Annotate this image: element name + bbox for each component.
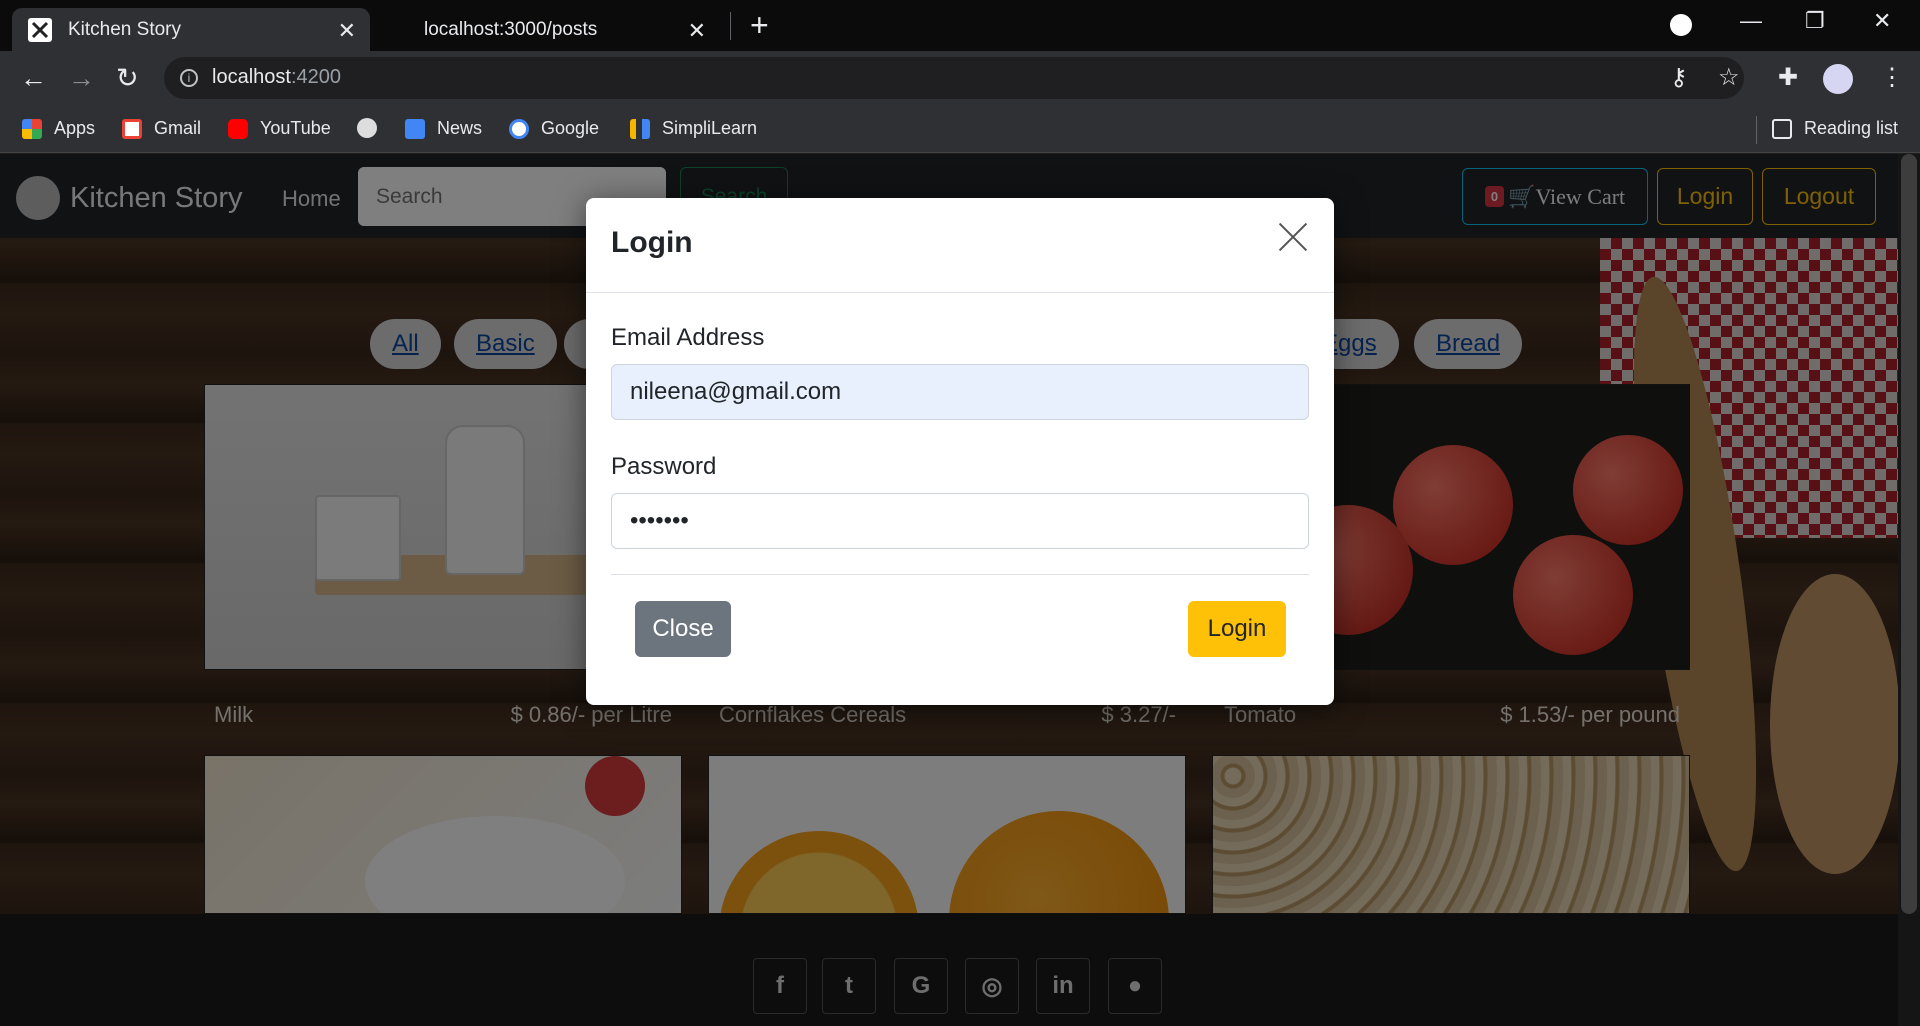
tab-title: localhost:3000/posts [424,18,598,40]
reading-list[interactable]: Reading list [1772,118,1898,139]
tab-separator [730,12,731,40]
bookmark-separator [1756,116,1757,144]
tab-search-icon[interactable] [1670,14,1692,36]
profile-avatar[interactable] [1823,64,1853,94]
login-modal: Login Email Address Password Close Login [586,198,1334,705]
news-icon [405,118,425,139]
kitchen-favicon-icon [28,17,52,42]
url-host: localhost [212,66,291,88]
login-submit-button[interactable]: Login [1188,601,1286,657]
bookmark-label: Gmail [154,118,202,138]
reload-icon[interactable]: ↻ [116,63,139,94]
globe-icon [357,118,377,138]
modal-header-divider [586,292,1334,293]
bookmark-label: Google [541,118,600,138]
bookmark-globe[interactable] [357,118,389,138]
password-field[interactable] [611,493,1309,549]
browser-toolbar: ← → ↻ i localhost:4200 ⚷ ☆ ✚ ⋮ [0,51,1920,106]
simplilearn-icon [630,118,650,139]
tab-title: Kitchen Story [68,18,181,40]
bookmark-label: YouTube [260,118,331,138]
gmail-icon [122,118,142,139]
tab-posts[interactable]: localhost:3000/posts ✕ [380,8,720,51]
extensions-icon[interactable]: ✚ [1778,63,1798,92]
bookmark-label: Apps [54,118,96,138]
apps-grid-icon [22,118,42,139]
star-icon[interactable]: ☆ [1718,63,1740,92]
modal-close-icon[interactable] [1276,220,1310,254]
site-info-icon[interactable]: i [180,69,198,87]
menu-icon[interactable]: ⋮ [1880,63,1904,92]
bookmark-simplilearn[interactable]: SimpliLearn [630,118,757,139]
tab-close-icon[interactable]: ✕ [338,18,356,44]
youtube-icon [228,118,248,139]
forward-icon[interactable]: → [68,63,95,94]
tab-close-icon[interactable]: ✕ [688,18,706,44]
bookmark-apps[interactable]: Apps [22,118,95,139]
new-tab-icon[interactable]: + [750,7,769,44]
email-label: Email Address [611,324,765,351]
window-close-icon[interactable]: ✕ [1873,8,1891,34]
reading-list-icon [1772,118,1792,139]
email-field[interactable] [611,364,1309,420]
minimize-icon[interactable]: — [1740,8,1762,34]
modal-footer-divider [611,574,1309,575]
address-bar[interactable] [164,57,1744,99]
modal-title: Login [611,226,693,259]
reading-list-label: Reading list [1804,118,1899,138]
browser-tab-strip: Kitchen Story ✕ localhost:3000/posts ✕ +… [0,0,1920,51]
close-button[interactable]: Close [635,601,731,657]
restore-icon[interactable]: ❐ [1805,8,1825,34]
password-label: Password [611,453,717,480]
bookmark-label: News [437,118,483,138]
bookmark-news[interactable]: News [405,118,482,139]
google-icon [509,118,529,139]
url-port: :4200 [290,66,341,88]
back-icon[interactable]: ← [20,63,47,94]
bookmarks-bar: Apps Gmail YouTube News Google SimpliLea… [0,106,1920,153]
tab-kitchen-story[interactable]: Kitchen Story ✕ [12,8,370,51]
bookmark-youtube[interactable]: YouTube [228,118,331,139]
bookmark-gmail[interactable]: Gmail [122,118,201,139]
bookmark-label: SimpliLearn [662,118,758,138]
url-text[interactable]: localhost:4200 [212,66,341,89]
bookmark-google[interactable]: Google [509,118,599,139]
key-icon[interactable]: ⚷ [1670,63,1688,92]
